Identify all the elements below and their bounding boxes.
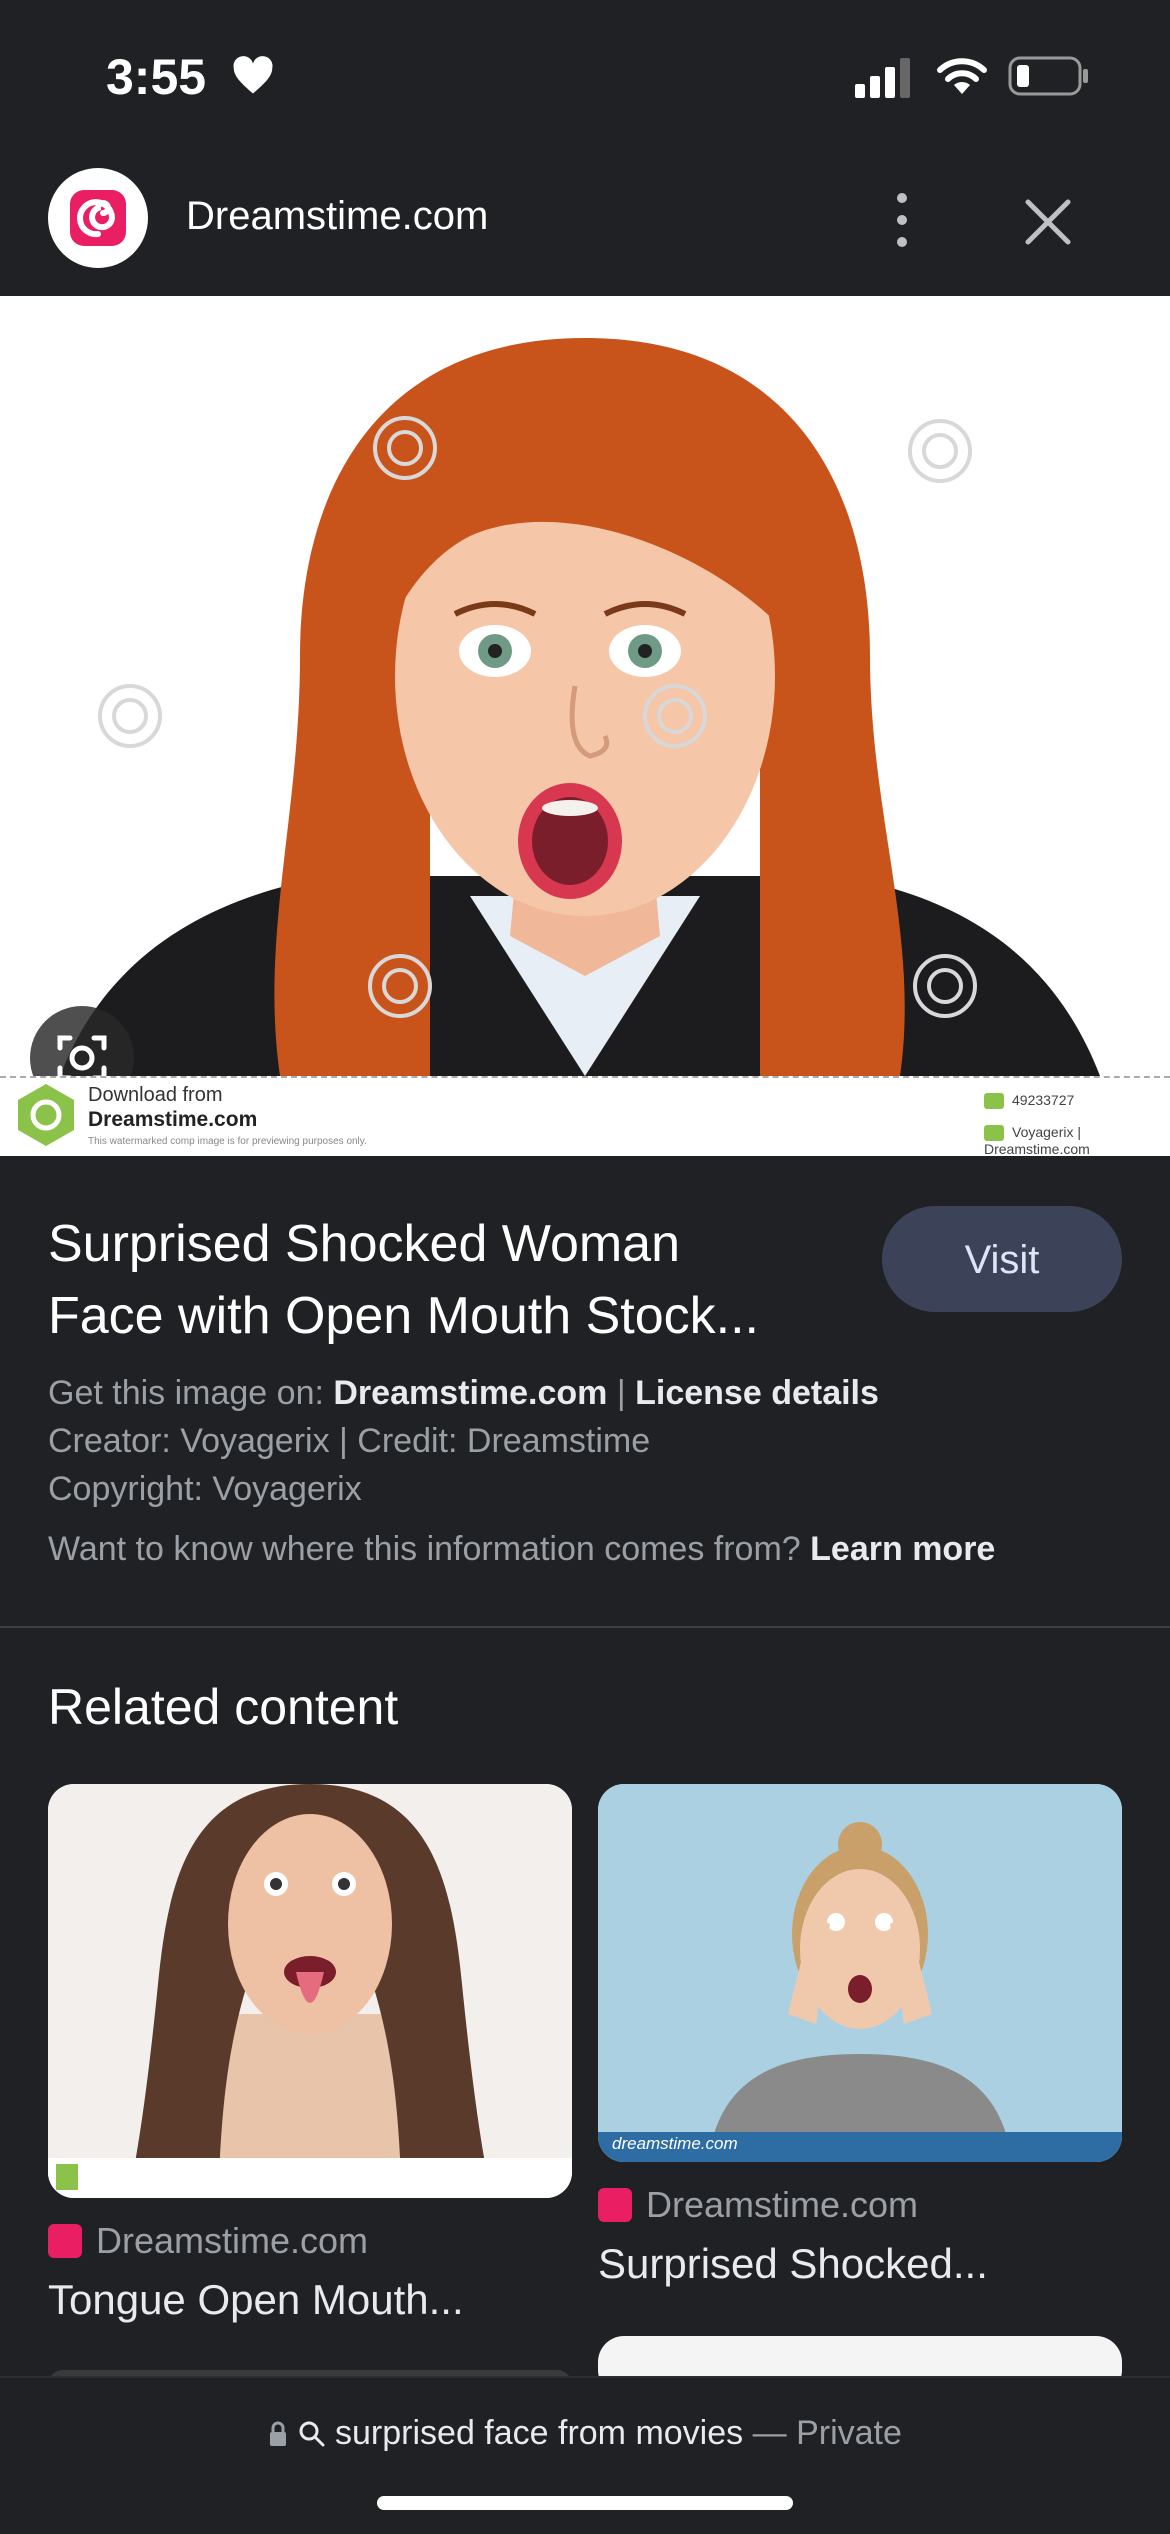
result-title[interactable]: Surprised Shocked Woman Face with Open M… [48, 1208, 848, 1352]
search-query[interactable]: surprised face from movies — Private [0, 2414, 1170, 2453]
site-title[interactable]: Dreamstime.com [186, 194, 488, 239]
close-icon[interactable] [1020, 194, 1076, 250]
more-options-icon[interactable] [880, 190, 924, 250]
search-icon [299, 2421, 325, 2447]
info-source-line: Want to know where this information come… [48, 1530, 996, 1568]
related-watermark-2: dreamstime.com [612, 2134, 738, 2153]
related-image-2[interactable]: dreamstime.com [598, 1784, 1122, 2162]
site-logo [48, 168, 148, 268]
related-title-2[interactable]: Surprised Shocked... [598, 2240, 988, 2288]
address-bar[interactable]: surprised face from movies — Private [0, 2376, 1170, 2534]
license-details-link[interactable]: License details [635, 1374, 879, 1412]
learn-more-link[interactable]: Learn more [810, 1530, 995, 1568]
dreamstime-brand: Dreamstime.com [88, 1108, 258, 1131]
cellular-signal-icon [855, 58, 910, 98]
result-info: Surprised Shocked Woman Face with Open M… [0, 1156, 1170, 1626]
related-source-1[interactable]: Dreamstime.com [48, 2220, 368, 2262]
status-time: 3:55 [106, 49, 207, 105]
get-image-site-link[interactable]: Dreamstime.com [333, 1374, 607, 1412]
related-image-1[interactable] [48, 1784, 572, 2198]
visit-button[interactable]: Visit [882, 1206, 1122, 1312]
battery-icon [1008, 56, 1088, 96]
home-indicator[interactable] [377, 2496, 793, 2510]
status-bar: 3:55 [0, 0, 1170, 150]
heart-icon [233, 56, 273, 94]
creator-line: Creator: Voyagerix | Credit: Dreamstime [48, 1422, 651, 1460]
private-label: Private [796, 2414, 902, 2452]
related-source-2[interactable]: Dreamstime.com [598, 2184, 918, 2226]
watermark-note: This watermarked comp image is for previ… [88, 1136, 367, 1147]
section-divider [0, 1626, 1170, 1628]
related-heading: Related content [48, 1679, 399, 1735]
dreamstime-favicon [48, 2224, 82, 2258]
source-header: Dreamstime.com [0, 150, 1170, 296]
download-from-label: Download from [88, 1084, 223, 1106]
lock-icon [270, 2421, 287, 2446]
get-image-line: Get this image on: Dreamstime.com | Lice… [48, 1374, 879, 1412]
preview-image[interactable]: Download from Dreamstime.com This waterm… [0, 296, 1170, 1156]
image-credit: Voyagerix | Dreamstime.com [984, 1124, 1090, 1156]
surprised-woman-photo [0, 296, 1170, 1086]
image-id: 49233727 [984, 1092, 1074, 1110]
copyright-line: Copyright: Voyagerix [48, 1470, 362, 1508]
wifi-icon [937, 58, 987, 94]
dreamstime-favicon [598, 2188, 632, 2222]
watermark-footer: Download from Dreamstime.com This waterm… [0, 1076, 1170, 1156]
dreamstime-logo [18, 1084, 74, 1146]
related-title-1[interactable]: Tongue Open Mouth... [48, 2276, 464, 2324]
